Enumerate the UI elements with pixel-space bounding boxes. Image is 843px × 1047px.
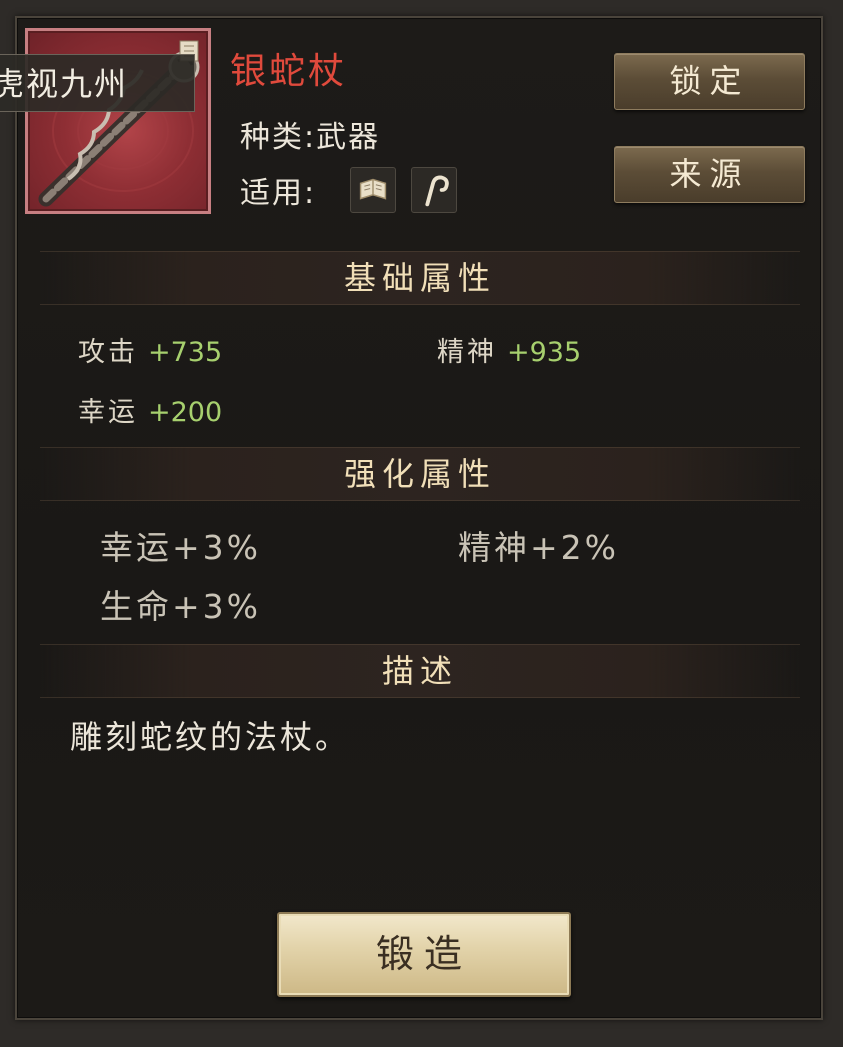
enhance-stat-spirit: 精神+2% (458, 528, 620, 567)
stat-value: +935 (507, 337, 582, 368)
source-button[interactable]: 来源 (614, 146, 805, 203)
enhance-attributes-header: 强化属性 (40, 447, 800, 501)
side-tooltip-label: 虎视九州 (0, 54, 195, 112)
stat-value: +200 (148, 397, 223, 428)
stat-luck: 幸运 +200 (78, 390, 222, 429)
stat-spirit: 精神 +935 (437, 330, 581, 369)
stat-attack: 攻击 +735 (78, 330, 222, 369)
lock-button[interactable]: 锁定 (614, 53, 805, 110)
apply-label: 适用: (240, 176, 317, 211)
item-name: 银蛇杖 (230, 51, 348, 92)
stat-label: 幸运 (78, 397, 138, 428)
forge-button[interactable]: 锻造 (277, 912, 571, 997)
stat-label: 攻击 (78, 337, 138, 368)
scroll-icon[interactable] (350, 167, 396, 213)
enhance-stat-luck: 幸运+3% (100, 528, 262, 567)
stat-label: 精神 (437, 337, 497, 368)
item-type: 种类:武器 (240, 120, 381, 155)
enhance-stat-life: 生命+3% (100, 587, 262, 626)
staff-hook-icon[interactable] (411, 167, 457, 213)
item-description: 雕刻蛇纹的法杖。 (70, 718, 351, 756)
stat-value: +735 (148, 337, 223, 368)
base-attributes-header: 基础属性 (40, 251, 800, 305)
side-label-text: 虎视九州 (0, 65, 129, 103)
description-header: 描述 (40, 644, 800, 698)
